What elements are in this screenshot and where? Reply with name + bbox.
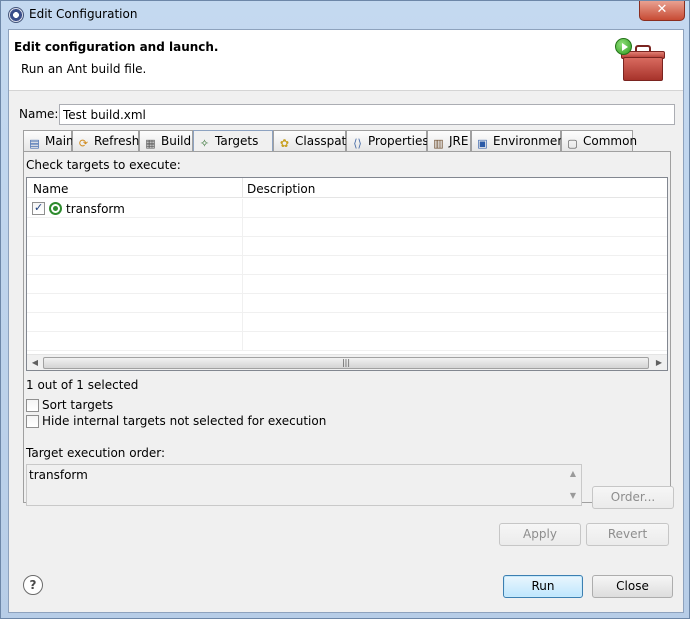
table-row xyxy=(27,256,667,275)
execution-order-list: transform ▲ ▼ xyxy=(26,464,582,506)
tab-environment[interactable]: ▣ Environment xyxy=(471,130,570,151)
jre-icon: ▥ xyxy=(433,137,444,150)
targets-panel: Check targets to execute: Name Descripti… xyxy=(23,151,674,509)
window-title: Edit Configuration xyxy=(29,7,138,21)
eclipse-app-icon xyxy=(8,7,24,23)
table-row xyxy=(27,294,667,313)
order-title: Target execution order: xyxy=(26,446,166,460)
header-description: Run an Ant build file. xyxy=(21,62,147,76)
build-icon: ▦ xyxy=(145,137,156,150)
scroll-thumb[interactable]: ||| xyxy=(43,357,649,369)
column-header-description[interactable]: Description xyxy=(247,182,315,196)
table-row xyxy=(27,275,667,294)
target-checkbox[interactable] xyxy=(32,201,45,215)
targets-table: Name Description transform xyxy=(26,177,668,371)
tab-refresh[interactable]: ⟳ Refresh xyxy=(72,130,139,151)
horizontal-scrollbar[interactable]: ◀ ||| ▶ xyxy=(27,354,667,370)
column-header-name[interactable]: Name xyxy=(33,182,68,196)
header-title: Edit configuration and launch. xyxy=(14,40,219,54)
scroll-down-icon[interactable]: ▼ xyxy=(565,488,581,504)
tab-properties[interactable]: ⟨⟩ Properties xyxy=(346,130,429,151)
check-targets-title: Check targets to execute: xyxy=(26,158,181,172)
order-button[interactable]: Order... xyxy=(592,486,674,509)
run-button[interactable]: Run xyxy=(503,575,583,598)
ant-target-icon xyxy=(49,202,62,215)
table-header: Name Description xyxy=(27,178,667,198)
hide-internal-checkbox[interactable] xyxy=(26,415,39,428)
selected-count: 1 out of 1 selected xyxy=(26,378,139,392)
tab-classpath[interactable]: ✿ Classpath xyxy=(273,130,354,151)
ant-toolbox-icon xyxy=(613,37,665,85)
tab-jre[interactable]: ▥ JRE xyxy=(427,130,471,151)
close-button[interactable]: Close xyxy=(592,575,673,598)
help-icon[interactable]: ? xyxy=(23,575,43,595)
target-name: transform xyxy=(66,202,125,216)
tab-common[interactable]: ▢ Common xyxy=(561,130,637,151)
sort-targets-checkbox[interactable] xyxy=(26,399,39,412)
scroll-right-icon[interactable]: ▶ xyxy=(651,355,667,370)
main-tab-icon: ▤ xyxy=(29,137,40,150)
table-row xyxy=(27,313,667,332)
classpath-icon: ✿ xyxy=(279,137,290,150)
name-field[interactable] xyxy=(59,104,675,125)
name-label: Name: xyxy=(19,107,59,121)
scroll-up-icon[interactable]: ▲ xyxy=(565,466,581,482)
edit-configuration-window: Edit Configuration ✕ Edit configuration … xyxy=(0,0,690,619)
window-close-button[interactable]: ✕ xyxy=(639,1,685,21)
properties-icon: ⟨⟩ xyxy=(353,137,362,150)
scroll-left-icon[interactable]: ◀ xyxy=(27,355,43,370)
dialog-client-area: Edit configuration and launch. Run an An… xyxy=(8,29,684,613)
run-badge-icon xyxy=(615,38,632,55)
hide-internal-label: Hide internal targets not selected for e… xyxy=(42,414,327,428)
revert-button[interactable]: Revert xyxy=(586,523,669,546)
sort-targets-label: Sort targets xyxy=(42,398,114,412)
table-row[interactable]: transform xyxy=(27,199,667,218)
tab-main[interactable]: ▤ Main xyxy=(23,130,74,151)
targets-icon: ✧ xyxy=(199,137,210,150)
table-row xyxy=(27,332,667,351)
execution-order-value: transform xyxy=(29,468,88,482)
apply-button[interactable]: Apply xyxy=(499,523,581,546)
refresh-icon: ⟳ xyxy=(78,137,89,150)
tab-targets[interactable]: ✧ Targets xyxy=(193,130,273,152)
table-row xyxy=(27,237,667,256)
common-icon: ▢ xyxy=(567,137,578,150)
tab-build[interactable]: ▦ Build xyxy=(139,130,193,151)
table-row xyxy=(27,218,667,237)
dialog-header: Edit configuration and launch. Run an An… xyxy=(9,30,683,91)
title-bar: Edit Configuration ✕ xyxy=(1,1,689,29)
environment-icon: ▣ xyxy=(477,137,488,150)
